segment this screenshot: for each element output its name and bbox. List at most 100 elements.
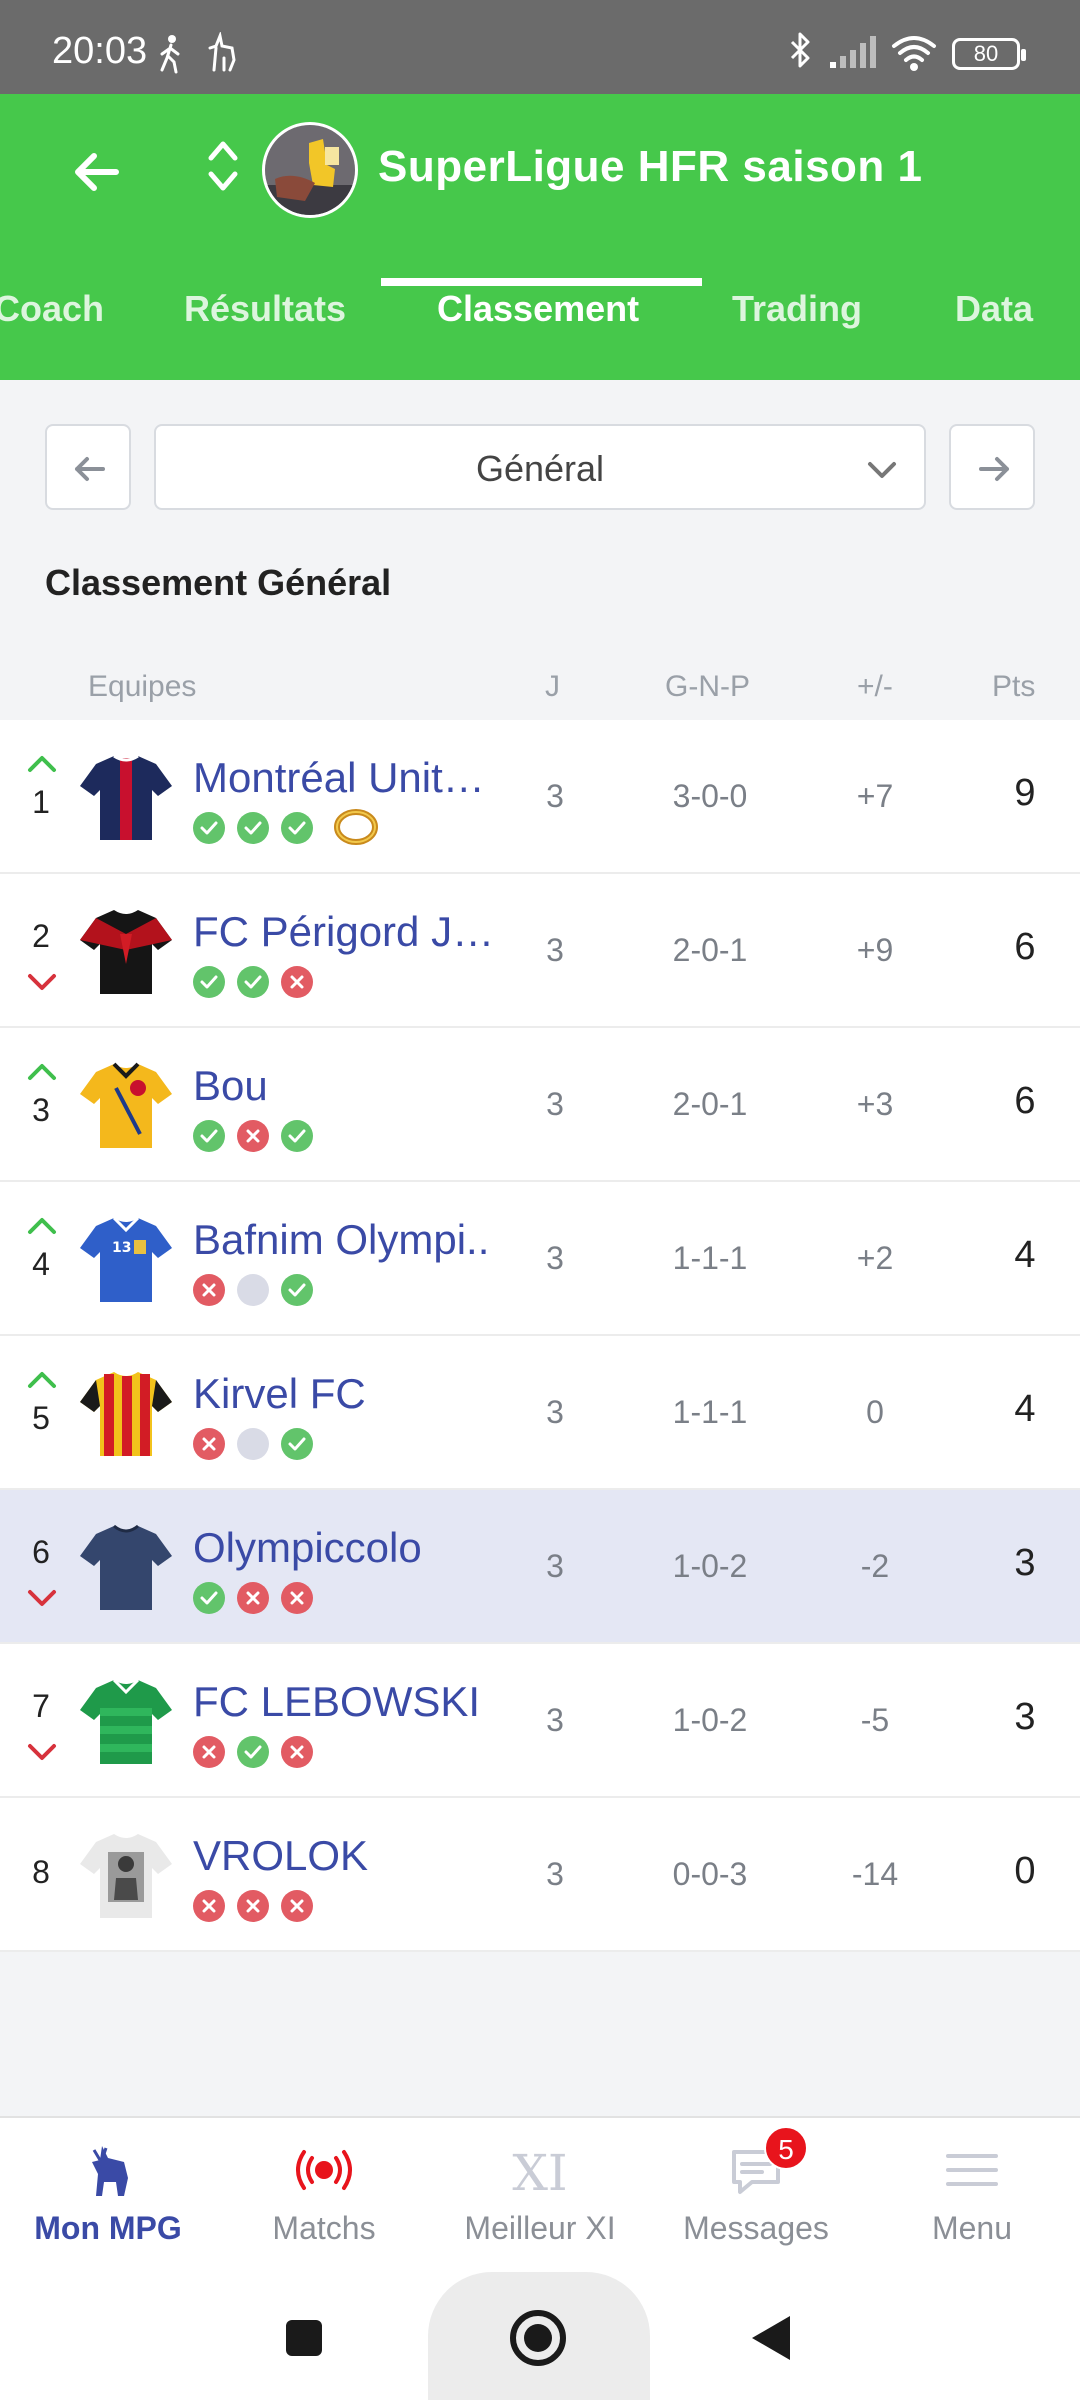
team-jersey-icon bbox=[80, 1372, 172, 1456]
ring-trophy-icon bbox=[334, 809, 378, 845]
team-rank: 6 bbox=[32, 1534, 50, 1570]
nav-meilleur-xi-label: Meilleur XI bbox=[464, 2210, 616, 2246]
team-name[interactable]: Bou bbox=[193, 1062, 513, 1110]
table-row[interactable]: 2 FC Périgord J… 3 2-0-1 +9 6 bbox=[0, 874, 1080, 1028]
header-played: J bbox=[545, 670, 560, 703]
trend-up-icon bbox=[28, 1372, 56, 1388]
nav-menu[interactable]: Menu bbox=[864, 2118, 1080, 2274]
table-row[interactable]: 6 Olympiccolo 3 1-0-2 -2 3 bbox=[0, 1490, 1080, 1644]
goal-difference: +2 bbox=[856, 1240, 894, 1276]
win-icon bbox=[281, 1120, 313, 1152]
chevron-down-icon bbox=[868, 462, 896, 478]
win-icon bbox=[193, 1582, 225, 1614]
win-icon bbox=[281, 1274, 313, 1306]
table-row[interactable]: 3 Bou 3 2-0-1 +3 6 bbox=[0, 1028, 1080, 1182]
back-arrow-icon[interactable] bbox=[68, 144, 124, 200]
team-rank: 3 bbox=[32, 1092, 50, 1128]
status-time: 20:03 bbox=[52, 30, 148, 72]
arrow-left-icon bbox=[75, 457, 105, 481]
win-draw-loss: 1-1-1 bbox=[672, 1394, 748, 1430]
table-row[interactable]: 8 VROLOK 3 0-0-3 -14 0 bbox=[0, 1798, 1080, 1952]
win-draw-loss: 1-1-1 bbox=[672, 1240, 748, 1276]
win-draw-loss: 2-0-1 bbox=[672, 1086, 748, 1122]
goal-difference: +7 bbox=[856, 778, 894, 814]
team-name[interactable]: FC Périgord J… bbox=[193, 908, 513, 956]
win-icon bbox=[237, 966, 269, 998]
trend-up-icon bbox=[28, 1064, 56, 1080]
svg-text:XI: XI bbox=[512, 2144, 567, 2200]
table-row[interactable]: 1 Montréal Unit… 3 3-0-0 +7 9 bbox=[0, 720, 1080, 874]
draw-icon bbox=[237, 1274, 269, 1306]
goat-icon bbox=[92, 2146, 128, 2196]
team-jersey-icon bbox=[80, 910, 172, 994]
header-points: Pts bbox=[992, 670, 1036, 703]
team-name[interactable]: Montréal Unit… bbox=[193, 754, 513, 802]
nav-matchs[interactable]: Matchs bbox=[216, 2118, 432, 2274]
table-row[interactable]: 7 FC LEBOWSKI 3 1-0-2 -5 3 bbox=[0, 1644, 1080, 1798]
league-switch-icon[interactable] bbox=[205, 134, 241, 198]
league-avatar[interactable] bbox=[262, 122, 358, 218]
win-icon bbox=[193, 812, 225, 844]
team-points: 3 bbox=[1014, 1696, 1036, 1738]
ranking-type-value: Général bbox=[475, 448, 605, 489]
trend-down-icon bbox=[28, 1590, 56, 1606]
win-icon bbox=[281, 812, 313, 844]
nav-meilleur-xi[interactable]: XI Meilleur XI bbox=[432, 2118, 648, 2274]
goal-difference: -14 bbox=[851, 1856, 899, 1892]
header-record: G-N-P bbox=[665, 670, 750, 703]
previous-button[interactable] bbox=[45, 424, 131, 510]
win-icon bbox=[193, 966, 225, 998]
nav-mon-mpg[interactable]: Mon MPG bbox=[0, 2118, 216, 2274]
trend-up-icon bbox=[28, 756, 56, 772]
nav-menu-label: Menu bbox=[931, 2210, 1013, 2246]
table-row[interactable]: 4 13 Bafnim Olympi.. 3 1-1-1 +2 4 bbox=[0, 1182, 1080, 1336]
trend-down-icon bbox=[28, 974, 56, 990]
win-icon bbox=[281, 1428, 313, 1460]
team-name[interactable]: Bafnim Olympi.. bbox=[193, 1216, 513, 1264]
team-name[interactable]: FC LEBOWSKI bbox=[193, 1678, 513, 1726]
games-played: 3 bbox=[546, 1856, 564, 1892]
loss-icon bbox=[237, 1120, 269, 1152]
team-jersey-icon bbox=[80, 1834, 172, 1918]
win-draw-loss: 2-0-1 bbox=[672, 932, 748, 968]
team-jersey-icon bbox=[80, 1062, 172, 1148]
recent-apps-icon[interactable] bbox=[284, 2318, 324, 2358]
win-draw-loss: 3-0-0 bbox=[672, 778, 748, 814]
table-row[interactable]: 5 Kirvel FC 3 1-1-1 0 4 bbox=[0, 1336, 1080, 1490]
trend-up-icon bbox=[28, 1218, 56, 1234]
loss-icon bbox=[193, 1428, 225, 1460]
arrow-right-icon bbox=[979, 457, 1009, 481]
games-played: 3 bbox=[546, 1240, 564, 1276]
team-points: 4 bbox=[1014, 1234, 1036, 1276]
draw-icon bbox=[237, 1428, 269, 1460]
loss-icon bbox=[237, 1582, 269, 1614]
goal-difference: -2 bbox=[860, 1548, 890, 1584]
nav-messages-label: Messages bbox=[683, 2210, 829, 2246]
win-draw-loss: 1-0-2 bbox=[672, 1548, 748, 1584]
next-button[interactable] bbox=[949, 424, 1035, 510]
goal-difference: -5 bbox=[860, 1702, 890, 1738]
team-name[interactable]: Olympiccolo bbox=[193, 1524, 513, 1572]
home-icon[interactable] bbox=[508, 2308, 568, 2368]
team-rank: 2 bbox=[32, 918, 50, 954]
system-nav-bar bbox=[0, 2272, 1080, 2400]
goal-difference: 0 bbox=[866, 1394, 884, 1430]
games-played: 3 bbox=[546, 1702, 564, 1738]
tab-coach[interactable]: Coach bbox=[0, 284, 104, 380]
section-title: Classement Général bbox=[45, 562, 392, 603]
back-nav-icon[interactable] bbox=[750, 2314, 794, 2362]
tab-data[interactable]: Data bbox=[955, 284, 1033, 380]
team-name[interactable]: VROLOK bbox=[193, 1832, 513, 1880]
team-points: 6 bbox=[1014, 1080, 1036, 1122]
win-draw-loss: 1-0-2 bbox=[672, 1702, 748, 1738]
ranking-type-select[interactable]: Général bbox=[154, 424, 926, 510]
tab-trading[interactable]: Trading bbox=[732, 284, 862, 380]
team-points: 4 bbox=[1014, 1388, 1036, 1430]
wifi-icon bbox=[892, 36, 936, 71]
tab-classement[interactable]: Classement bbox=[437, 284, 639, 380]
team-name[interactable]: Kirvel FC bbox=[193, 1370, 513, 1418]
loss-icon bbox=[237, 1890, 269, 1922]
messages-badge: 5 bbox=[764, 2126, 808, 2170]
nav-messages[interactable]: 5 Messages bbox=[648, 2118, 864, 2274]
tab-resultats[interactable]: Résultats bbox=[184, 284, 346, 380]
